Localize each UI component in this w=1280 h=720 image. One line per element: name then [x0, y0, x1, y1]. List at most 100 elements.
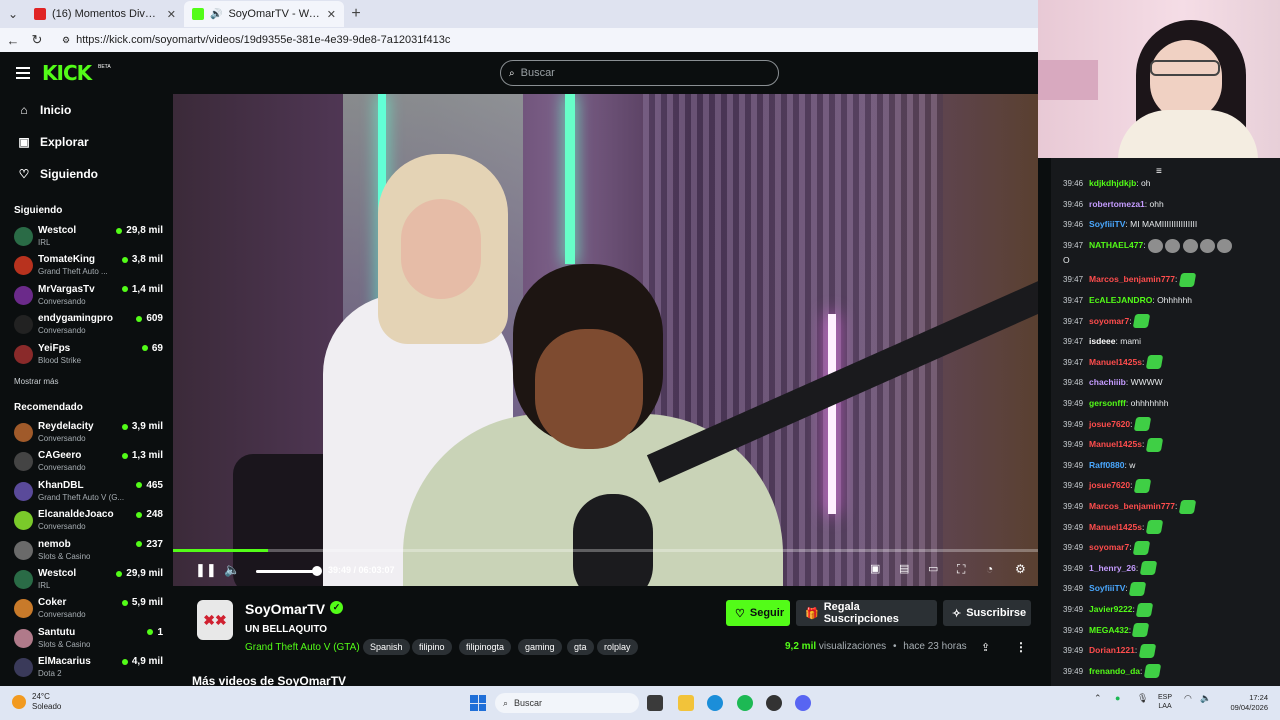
windows-start-icon[interactable]: [470, 695, 486, 711]
chat-username[interactable]: josue7620: [1089, 480, 1130, 490]
tray-app-icon[interactable]: ●: [1115, 693, 1120, 703]
search-input[interactable]: ⌕ Buscar: [500, 60, 779, 86]
reload-icon[interactable]: ↻: [30, 32, 44, 48]
sidebar-channel[interactable]: Westcol IRL 29,9 mil: [14, 567, 163, 593]
channel-name[interactable]: SoyOmarTV: [245, 601, 325, 617]
chat-username[interactable]: frenando_da: [1089, 666, 1140, 676]
chat-username[interactable]: SoyfiiiTV: [1089, 219, 1125, 229]
taskbar-search[interactable]: ⌕ Buscar: [495, 693, 639, 713]
sidebar-channel[interactable]: ElcanaldeJoaco Conversando 248: [14, 508, 163, 534]
sidebar-channel[interactable]: nemob Slots & Casino 237: [14, 538, 163, 564]
chat-username[interactable]: soyomar7: [1089, 316, 1129, 326]
sidebar-channel[interactable]: KhanDBL Grand Theft Auto V (G... 465: [14, 479, 163, 505]
close-tab-icon[interactable]: ✕: [167, 8, 176, 21]
url-field[interactable]: ⚙ https://kick.com/soyomartv/videos/19d9…: [54, 30, 1038, 50]
new-tab-plus-icon[interactable]: +: [344, 5, 368, 23]
nav-following[interactable]: ♡ Siguiendo: [18, 167, 98, 181]
tag-chip[interactable]: Spanish: [363, 639, 410, 655]
chat-username[interactable]: josue7620: [1089, 419, 1130, 429]
subscribe-button[interactable]: ✧ Suscribirse: [943, 600, 1031, 626]
tag-chip[interactable]: gaming: [518, 639, 562, 655]
sidebar-channel[interactable]: endygamingpro Conversando 609: [14, 312, 163, 338]
miniplayer-icon[interactable]: ▣: [870, 562, 880, 575]
chat-username[interactable]: Manuel1425s: [1089, 357, 1142, 367]
discord-icon[interactable]: [795, 695, 811, 711]
chat-username[interactable]: chachiiib: [1089, 377, 1126, 387]
playback-speed-icon[interactable]: ◔: [986, 562, 993, 576]
sidebar-channel[interactable]: CAGeero Conversando 1,3 mil: [14, 449, 163, 475]
chat-username[interactable]: Manuel1425s: [1089, 522, 1142, 532]
chat-text: Ohhhhhh: [1157, 294, 1193, 305]
chat-username[interactable]: Marcos_benjamin777: [1089, 501, 1175, 511]
chat-username[interactable]: MEGA432: [1089, 625, 1129, 635]
weather-widget[interactable]: 24°C Soleado: [12, 692, 61, 712]
back-arrow-icon[interactable]: ←: [6, 33, 20, 48]
gift-subs-button[interactable]: 🎁 Regala Suscripciones: [796, 600, 937, 626]
sidebar-channel[interactable]: Coker Conversando 5,9 mil: [14, 596, 163, 622]
volume-slider-handle[interactable]: [312, 566, 322, 576]
chat-username[interactable]: robertomeza1: [1089, 199, 1145, 209]
wifi-icon[interactable]: ◠: [1184, 693, 1192, 704]
tab-menu-chevron-icon[interactable]: ⌄: [0, 1, 26, 27]
close-tab-icon[interactable]: ✕: [327, 8, 336, 21]
chat-username[interactable]: Marcos_benjamin777: [1089, 274, 1175, 284]
sidebar-channel[interactable]: TomateKing Grand Theft Auto ... 3,8 mil: [14, 253, 163, 279]
chat-username[interactable]: 1_henry_26: [1089, 563, 1136, 573]
chat-username[interactable]: NATHAEL477: [1089, 240, 1143, 250]
show-more-link[interactable]: Mostrar más: [14, 377, 58, 386]
microphone-icon[interactable]: 🎙: [1137, 693, 1148, 704]
chat-username[interactable]: Dorian1221: [1089, 645, 1135, 655]
task-view-icon[interactable]: [647, 695, 663, 711]
search-icon: ⌕: [509, 67, 515, 79]
sidebar-channel[interactable]: MrVargasTv Conversando 1,4 mil: [14, 283, 163, 309]
chat-username[interactable]: kdjkdhjdkjb: [1089, 178, 1136, 188]
nav-explore[interactable]: ▣ Explorar: [18, 135, 88, 149]
clip-icon[interactable]: ▤: [899, 562, 909, 575]
sidebar-channel[interactable]: Santutu Slots & Casino 1: [14, 626, 163, 652]
chat-username[interactable]: gersonfff: [1089, 398, 1126, 408]
pause-icon[interactable]: ❚❚: [195, 562, 217, 578]
chat-username[interactable]: EcALEJANDRO: [1089, 295, 1152, 305]
seek-bar[interactable]: [173, 549, 1038, 552]
audio-playing-icon[interactable]: 🔊: [210, 9, 222, 20]
tag-chip[interactable]: rolplay: [597, 639, 638, 655]
theater-mode-icon[interactable]: ▭: [928, 562, 938, 575]
clock[interactable]: 17:24 09/04/2026: [1222, 693, 1268, 713]
chat-username[interactable]: Javier9222: [1089, 604, 1133, 614]
tray-chevron-icon[interactable]: ⌃: [1094, 693, 1102, 704]
sidebar-channel[interactable]: Westcol IRL 29,8 mil: [14, 224, 163, 250]
fullscreen-icon[interactable]: ⛶: [957, 562, 965, 577]
channel-avatar[interactable]: ✖✖: [197, 600, 233, 640]
share-icon[interactable]: ⇪: [981, 641, 990, 654]
sidebar-channel[interactable]: Reydelacity Conversando 3,9 mil: [14, 420, 163, 446]
hamburger-menu-icon[interactable]: [16, 67, 30, 79]
browser-tab-1[interactable]: (16) Momentos Divertidos de Crea ✕: [26, 1, 184, 27]
game-category-link[interactable]: Grand Theft Auto V (GTA): [245, 642, 360, 653]
tag-chip[interactable]: gta: [567, 639, 594, 655]
browser-tab-2[interactable]: 🔊 SoyOmarTV - Watch the VOD ✕: [184, 1, 344, 27]
obs-icon[interactable]: [766, 695, 782, 711]
chat-username[interactable]: isdeee: [1089, 336, 1115, 346]
spotify-icon[interactable]: [737, 695, 753, 711]
speaker-icon[interactable]: 🔈: [1200, 693, 1211, 704]
file-explorer-icon[interactable]: [678, 695, 694, 711]
video-meta: 9,2 mil visualizaciones • hace 23 horas: [785, 641, 967, 652]
chat-username[interactable]: SoyfiiiTV: [1089, 583, 1125, 593]
edge-browser-icon[interactable]: [707, 695, 723, 711]
sidebar-channel[interactable]: ElMacarius Dota 2 4,9 mil: [14, 655, 163, 681]
kick-logo[interactable]: KICK: [42, 61, 92, 85]
tag-chip[interactable]: filipino: [412, 639, 452, 655]
more-options-icon[interactable]: ⋮: [1015, 640, 1027, 654]
settings-gear-icon[interactable]: ⚙: [1015, 562, 1026, 576]
site-info-icon[interactable]: ⚙: [62, 35, 70, 46]
volume-icon[interactable]: 🔈: [224, 562, 240, 578]
tag-chip[interactable]: filipinogta: [459, 639, 512, 655]
follow-button[interactable]: ♡ Seguir: [726, 600, 790, 626]
video-player[interactable]: ❚❚ 🔈 39:49 / 06:03:07 ▣ ▤ ▭ ⛶ ◔ ⚙: [173, 94, 1038, 586]
sidebar-channel[interactable]: YeiFps Blood Strike 69: [14, 342, 163, 368]
nav-home[interactable]: ⌂ Inicio: [18, 103, 71, 117]
chat-username[interactable]: Manuel1425s: [1089, 439, 1142, 449]
language-indicator[interactable]: ESP LAA: [1158, 693, 1172, 711]
chat-username[interactable]: soyomar7: [1089, 542, 1129, 552]
chat-username[interactable]: Raff0880: [1089, 460, 1124, 470]
